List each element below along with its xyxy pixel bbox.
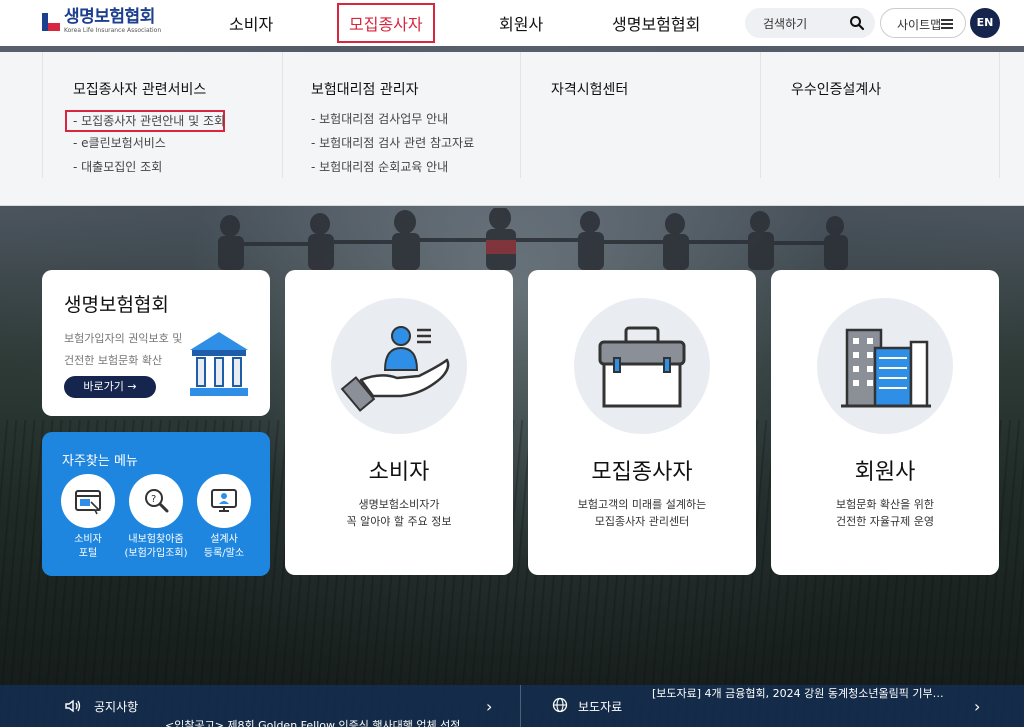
magnifier-question-icon: ? [145,489,169,513]
logo[interactable]: 생명보험협회 Korea Life Insurance Association [42,9,161,34]
speaker-icon [65,699,81,713]
top-header: 생명보험협회 Korea Life Insurance Association … [0,0,1024,46]
association-card: 생명보험협회 보험가입자의 권익보호 및 건전한 보험문화 확산 바로가기 → [42,270,270,416]
favorite-label-line1: 소비자 [74,534,102,545]
nav-recruiter[interactable]: 모집종사자 [337,3,435,43]
association-title: 생명보험협회 [64,294,169,316]
svg-text:?: ? [151,494,156,505]
press-label: 보도자료 [578,700,623,714]
nav-member[interactable]: 회원사 [499,11,543,35]
nav-association[interactable]: 생명보험협회 [612,11,700,35]
member-card-title: 회원사 [854,460,916,485]
member-card[interactable]: 회원사 보험문화 확산을 위한건전한 자율규제 운영 [771,270,999,575]
favorite-find-my-insurance[interactable]: ? 내보험찾아줌 (보험가입조회) [124,474,188,561]
favorite-consumer-portal[interactable]: 소비자포털 [56,474,120,561]
hamburger-icon [941,19,953,29]
briefcase-icon [598,326,686,408]
mega-menu-dropdown: 모집종사자 관련서비스 - 모집종사자 관련안내 및 조회 - e클린보험서비스… [0,52,1024,206]
association-desc: 보험가입자의 권익보호 및 건전한 보험문화 확산 [64,332,183,367]
member-card-desc-line1: 보험문화 확산을 위한 [835,498,935,511]
member-illustration [817,298,953,434]
favorite-label-line2: 등록/말소 [203,548,245,559]
consumer-card-title: 소비자 [368,460,430,485]
monitor-person-icon [211,489,237,512]
notice-next-arrow-icon[interactable]: › [486,697,492,716]
recruiter-card-desc-line2: 모집종사자 관리센터 [594,515,690,528]
menu-col-exam-center: 자격시험센터 [520,52,760,178]
recruiter-card-desc-line1: 보험고객의 미래를 설계하는 [577,498,707,511]
favorite-label-line1: 설계사 [210,534,238,545]
menu-item-eclean[interactable]: - e클린보험서비스 [73,134,225,158]
search-label: 검색하기 [763,17,808,31]
consumer-card-desc-line2: 꼭 알아야 할 주요 정보 [346,515,452,528]
hero-people-image [218,208,848,270]
consumer-illustration [331,298,467,434]
go-button[interactable]: 바로가기 → [64,376,156,398]
favorite-menu-panel: 자주찾는 메뉴 소비자포털 ? 내보험찾아줌 (보험가입조회) 설계사등록/말소 [42,432,270,576]
sitemap-button[interactable]: 사이트맵 [880,8,966,38]
search-icon[interactable] [849,15,865,31]
menu-item-recruiter-guide[interactable]: - 모집종사자 관련안내 및 조회 [65,110,225,132]
menu-item-agency-education[interactable]: - 보험대리점 순회교육 안내 [311,158,474,182]
menu-col-title[interactable]: 우수인증설계사 [791,79,881,99]
menu-col-title: 보험대리점 관리자 [311,82,419,98]
consumer-card[interactable]: 소비자 생명보험소비자가꼭 알아야 할 주요 정보 [285,270,513,575]
favorite-planner-registration[interactable]: 설계사등록/말소 [192,474,256,561]
menu-col-agency-manager: 보험대리점 관리자 - 보험대리점 검사업무 안내 - 보험대리점 검사 관련 … [282,52,520,178]
logo-english: Korea Life Insurance Association [64,27,162,34]
english-language-button[interactable]: EN [970,8,1000,38]
consumer-card-desc-line1: 생명보험소비자가 [358,498,440,511]
favorite-label-line1: 내보험찾아줌 [128,534,184,545]
buildings-icon [841,328,931,408]
nav-consumer[interactable]: 소비자 [229,11,273,35]
notice-headline[interactable]: <입찰공고> 제8회 Golden Fellow 인증식 행사대행 업체 선정 [165,717,460,727]
menu-col-title[interactable]: 자격시험센터 [551,79,628,99]
globe-icon [552,697,568,713]
logo-mark-icon [42,11,60,33]
bottom-divider [520,685,521,727]
menu-col-recruiter-services: 모집종사자 관련서비스 - 모집종사자 관련안내 및 조회 - e클린보험서비스… [42,52,282,178]
notice-label: 공지사항 [94,700,139,714]
sitemap-label: 사이트맵 [897,18,942,32]
menu-item-agency-inspection[interactable]: - 보험대리점 검사업무 안내 [311,110,474,134]
recruiter-illustration [574,298,710,434]
logo-korean: 생명보험협회 [64,7,155,27]
hand-person-icon [340,326,450,412]
recruiter-card-title: 모집종사자 [591,460,693,485]
menu-col-title: 모집종사자 관련서비스 [73,82,207,98]
favorite-label-line2: (보험가입조회) [124,548,188,559]
member-card-desc-line2: 건전한 자율규제 운영 [835,515,935,528]
menu-col-certified-planner: 우수인증설계사 [760,52,1000,178]
recruiter-card[interactable]: 모집종사자 보험고객의 미래를 설계하는모집종사자 관리센터 [528,270,756,575]
bottom-news-bar: 공지사항 <입찰공고> 제8회 Golden Fellow 인증식 행사대행 업… [0,685,1024,727]
favorite-menu-title: 자주찾는 메뉴 [62,454,138,469]
menu-item-loan-recruiter[interactable]: - 대출모집인 조회 [73,158,225,182]
browser-window-icon [75,490,101,515]
favorite-label-line2: 포털 [78,548,98,559]
press-headline[interactable]: [보도자료] 4개 금융협회, 2024 강원 동계청소년올림픽 기부… [652,685,944,701]
search-box[interactable]: 검색하기 [745,8,875,38]
menu-item-agency-reference[interactable]: - 보험대리점 검사 관련 참고자료 [311,134,474,158]
bank-building-icon [190,332,248,396]
press-next-arrow-icon[interactable]: › [974,697,980,716]
